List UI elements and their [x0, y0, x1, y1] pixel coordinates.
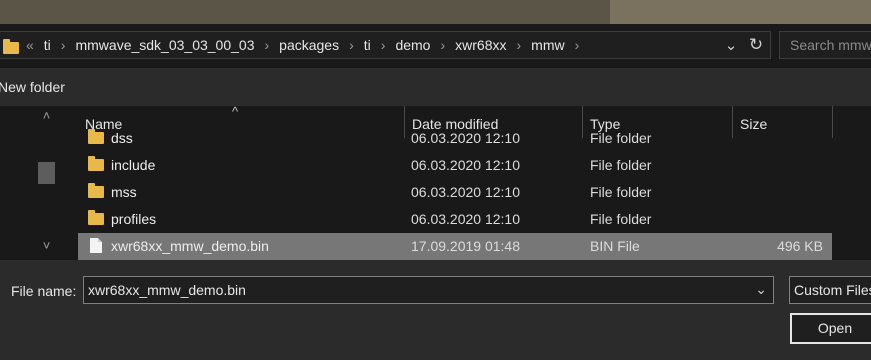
file-type-select[interactable]: Custom Files [789, 276, 871, 304]
file-date: 17.09.2019 01:48 [411, 238, 520, 254]
table-row[interactable]: profiles 06.03.2020 12:10 File folder [78, 206, 832, 233]
file-type: File folder [590, 184, 652, 200]
title-strip-light [610, 0, 871, 24]
file-name-label: File name: [11, 283, 77, 299]
file-size [738, 206, 823, 233]
chevron-down-icon[interactable]: ⌄ [755, 281, 767, 298]
file-type: File folder [590, 211, 652, 227]
address-bar[interactable]: « ti › mmwave_sdk_03_03_00_03 › packages… [0, 31, 771, 59]
chevron-right-icon[interactable]: › [514, 37, 525, 53]
scroll-up-icon[interactable]: ˄ [36, 108, 57, 128]
search-input[interactable]: Search mmw [779, 31, 871, 59]
breadcrumb-overflow[interactable]: « [23, 37, 37, 53]
file-list: ^ Name Date modified Type Size dss 06.03… [78, 106, 871, 260]
chevron-right-icon[interactable]: › [261, 37, 272, 53]
open-button[interactable]: Open [790, 313, 871, 344]
folder-icon [88, 183, 104, 198]
file-name-field[interactable]: xwr68xx_mmw_demo.bin ⌄ [83, 276, 774, 304]
file-name-value: xwr68xx_mmw_demo.bin [88, 282, 246, 298]
breadcrumb-item-ti[interactable]: ti [37, 37, 58, 53]
chevron-right-icon[interactable]: › [572, 37, 583, 53]
refresh-icon[interactable]: ↻ [744, 32, 768, 58]
file-icon [90, 238, 102, 253]
table-row[interactable]: include 06.03.2020 12:10 File folder [78, 152, 832, 179]
chevron-right-icon[interactable]: › [58, 37, 69, 53]
breadcrumb-item-ti-2[interactable]: ti [357, 37, 378, 53]
chevron-right-icon[interactable]: › [346, 37, 357, 53]
file-date: 06.03.2020 12:10 [411, 157, 520, 173]
file-type: File folder [590, 130, 652, 146]
breadcrumb-item-demo[interactable]: demo [388, 37, 437, 53]
address-bar-area: « ti › mmwave_sdk_03_03_00_03 › packages… [0, 24, 871, 68]
breadcrumb: « ti › mmwave_sdk_03_03_00_03 › packages… [23, 32, 582, 58]
title-strip-dark [0, 0, 610, 24]
scrollbar-thumb[interactable] [38, 162, 55, 184]
file-name: profiles [111, 211, 157, 227]
table-row[interactable]: dss 06.03.2020 12:10 File folder [78, 125, 832, 152]
breadcrumb-item-packages[interactable]: packages [272, 37, 346, 53]
file-type: File folder [590, 157, 652, 173]
dialog-footer: File name: xwr68xx_mmw_demo.bin ⌄ Custom… [0, 260, 871, 360]
navigation-scrollbar[interactable]: ˄ ˅ [36, 106, 57, 260]
new-folder-button[interactable]: New folder [0, 79, 65, 95]
breadcrumb-item-mmw[interactable]: mmw [524, 37, 571, 53]
file-type: BIN File [590, 238, 640, 254]
file-name: xwr68xx_mmw_demo.bin [111, 238, 269, 254]
command-bar: New folder [0, 68, 871, 106]
file-date: 06.03.2020 12:10 [411, 211, 520, 227]
table-row[interactable]: mss 06.03.2020 12:10 File folder [78, 179, 832, 206]
file-size [738, 179, 823, 206]
file-date: 06.03.2020 12:10 [411, 184, 520, 200]
chevron-right-icon[interactable]: › [378, 37, 389, 53]
file-date: 06.03.2020 12:10 [411, 130, 520, 146]
chevron-down-icon[interactable]: ⌄ [719, 32, 743, 58]
file-size [738, 125, 823, 152]
chevron-right-icon[interactable]: › [437, 37, 448, 53]
file-name: dss [111, 130, 133, 146]
breadcrumb-item-xwr68xx[interactable]: xwr68xx [448, 37, 513, 53]
folder-icon [88, 156, 104, 171]
window-title-strip [0, 0, 871, 24]
folder-icon [3, 39, 19, 54]
breadcrumb-item-sdk[interactable]: mmwave_sdk_03_03_00_03 [68, 37, 261, 53]
folder-icon [88, 210, 104, 225]
folder-icon [88, 129, 104, 144]
file-size: 496 KB [777, 238, 823, 254]
file-name: mss [111, 184, 137, 200]
scroll-down-icon[interactable]: ˅ [36, 238, 57, 258]
table-row-selected[interactable]: xwr68xx_mmw_demo.bin 17.09.2019 01:48 BI… [78, 233, 832, 260]
file-size [738, 152, 823, 179]
file-name: include [111, 157, 156, 173]
